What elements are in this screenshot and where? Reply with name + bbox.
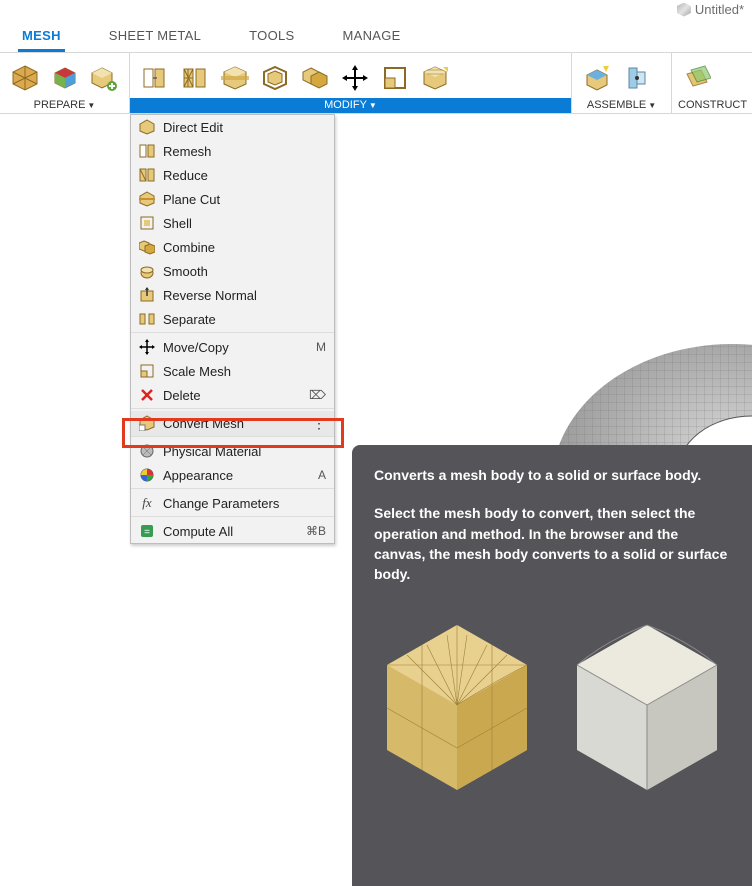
modify-plane-cut-button[interactable] — [218, 61, 252, 95]
menu-item-convert-mesh[interactable]: Convert Mesh ⋮ — [131, 411, 334, 437]
move-copy-icon — [139, 339, 155, 355]
document-title-label: Untitled* — [695, 2, 744, 17]
tab-tools[interactable]: TOOLS — [245, 22, 298, 52]
construct-plane-button[interactable] — [680, 61, 714, 95]
assemble-joint-button[interactable] — [620, 61, 654, 95]
ribbon-group-modify: MODIFY▼ — [130, 53, 572, 113]
compute-all-icon: = — [139, 523, 155, 539]
cube-multi-icon — [51, 64, 79, 92]
solid-body-illustration — [567, 610, 727, 800]
appearance-icon — [139, 467, 155, 483]
cube-plus-icon — [90, 64, 118, 92]
combine-icon — [301, 64, 329, 92]
remesh-icon — [139, 143, 155, 159]
menu-item-appearance[interactable]: Appearance A — [131, 463, 334, 489]
reverse-normal-icon — [139, 287, 155, 303]
tooltip-illustration — [374, 610, 730, 800]
modify-combine-button[interactable] — [298, 61, 332, 95]
modify-shell-button[interactable] — [258, 61, 292, 95]
document-icon — [677, 3, 691, 17]
menu-item-reverse-normal[interactable]: Reverse Normal — [131, 283, 334, 307]
tooltip-summary: Converts a mesh body to a solid or surfa… — [374, 465, 730, 485]
scale-icon — [381, 64, 409, 92]
menu-item-combine[interactable]: Combine — [131, 235, 334, 259]
combine-icon — [139, 239, 155, 255]
ribbon: PREPARE▼ — [0, 52, 752, 114]
menu-item-plane-cut[interactable]: Plane Cut — [131, 187, 334, 211]
menu-item-separate[interactable]: Separate — [131, 307, 334, 333]
tab-sheet-metal[interactable]: SHEET METAL — [105, 22, 205, 52]
new-component-icon — [583, 64, 611, 92]
change-parameters-icon: fx — [139, 495, 155, 511]
prepare-repair-button[interactable] — [87, 61, 121, 95]
direct-edit-icon — [139, 119, 155, 135]
ribbon-group-construct: CONSTRUCT — [672, 53, 752, 113]
delete-icon — [139, 387, 155, 403]
ribbon-label-prepare[interactable]: PREPARE▼ — [0, 98, 129, 113]
shortcut-label: M — [306, 340, 326, 354]
modify-move-button[interactable] — [338, 61, 372, 95]
mesh-body-illustration — [377, 610, 537, 800]
workspace-tabstrip: MESH SHEET METAL TOOLS MANAGE — [0, 22, 752, 52]
plane-icon — [683, 64, 711, 92]
modify-scale-button[interactable] — [378, 61, 412, 95]
modify-remesh-button[interactable] — [138, 61, 172, 95]
separate-icon — [139, 311, 155, 327]
shortcut-label: ⌘B — [306, 524, 326, 538]
modify-convert-button[interactable] — [418, 61, 452, 95]
menu-item-scale-mesh[interactable]: Scale Mesh — [131, 359, 334, 383]
convert-icon — [421, 64, 449, 92]
menu-item-change-parameters[interactable]: fx Change Parameters — [131, 491, 334, 517]
shell-icon — [261, 64, 289, 92]
menu-item-remesh[interactable]: Remesh — [131, 139, 334, 163]
prepare-tessellate-button[interactable] — [8, 61, 42, 95]
shortcut-label: A — [306, 468, 326, 482]
reduce-icon — [181, 64, 209, 92]
tab-mesh[interactable]: MESH — [18, 22, 65, 52]
tessellate-icon — [11, 64, 39, 92]
menu-item-delete[interactable]: Delete ⌦ — [131, 383, 334, 409]
modify-reduce-button[interactable] — [178, 61, 212, 95]
ribbon-group-prepare: PREPARE▼ — [0, 53, 130, 113]
joint-icon — [623, 64, 651, 92]
menu-item-compute-all[interactable]: = Compute All ⌘B — [131, 519, 334, 543]
prepare-insert-mesh-button[interactable] — [48, 61, 82, 95]
more-vertical-icon[interactable]: ⋮ — [312, 418, 326, 428]
tab-manage[interactable]: MANAGE — [339, 22, 405, 52]
scale-mesh-icon — [139, 363, 155, 379]
chevron-down-icon: ▼ — [87, 101, 95, 110]
menu-item-direct-edit[interactable]: Direct Edit — [131, 115, 334, 139]
menu-item-smooth[interactable]: Smooth — [131, 259, 334, 283]
menu-item-shell[interactable]: Shell — [131, 211, 334, 235]
reduce-icon — [139, 167, 155, 183]
tooltip-convert-mesh: Converts a mesh body to a solid or surfa… — [352, 445, 752, 886]
menu-item-move-copy[interactable]: Move/Copy M — [131, 335, 334, 359]
chevron-down-icon: ▼ — [648, 101, 656, 110]
plane-cut-icon — [139, 191, 155, 207]
assemble-new-component-button[interactable] — [580, 61, 614, 95]
ribbon-label-modify[interactable]: MODIFY▼ — [130, 98, 571, 113]
convert-mesh-icon — [139, 415, 155, 431]
modify-dropdown-menu: Direct Edit Remesh Reduce Plane Cut Shel… — [130, 114, 335, 544]
document-title: Untitled* — [677, 2, 744, 17]
menu-item-physical-material[interactable]: Physical Material — [131, 439, 334, 463]
chevron-down-icon: ▼ — [369, 101, 377, 110]
smooth-icon — [139, 263, 155, 279]
move-arrows-icon — [341, 64, 369, 92]
remesh-icon — [141, 64, 169, 92]
ribbon-label-construct[interactable]: CONSTRUCT — [672, 98, 752, 113]
svg-text:=: = — [144, 527, 150, 538]
menu-item-reduce[interactable]: Reduce — [131, 163, 334, 187]
shortcut-label: ⌦ — [306, 388, 326, 402]
physical-material-icon — [139, 443, 155, 459]
shell-icon — [139, 215, 155, 231]
ribbon-label-assemble[interactable]: ASSEMBLE▼ — [572, 98, 671, 113]
plane-cut-icon — [221, 64, 249, 92]
tooltip-detail: Select the mesh body to convert, then se… — [374, 503, 730, 584]
ribbon-group-assemble: ASSEMBLE▼ — [572, 53, 672, 113]
